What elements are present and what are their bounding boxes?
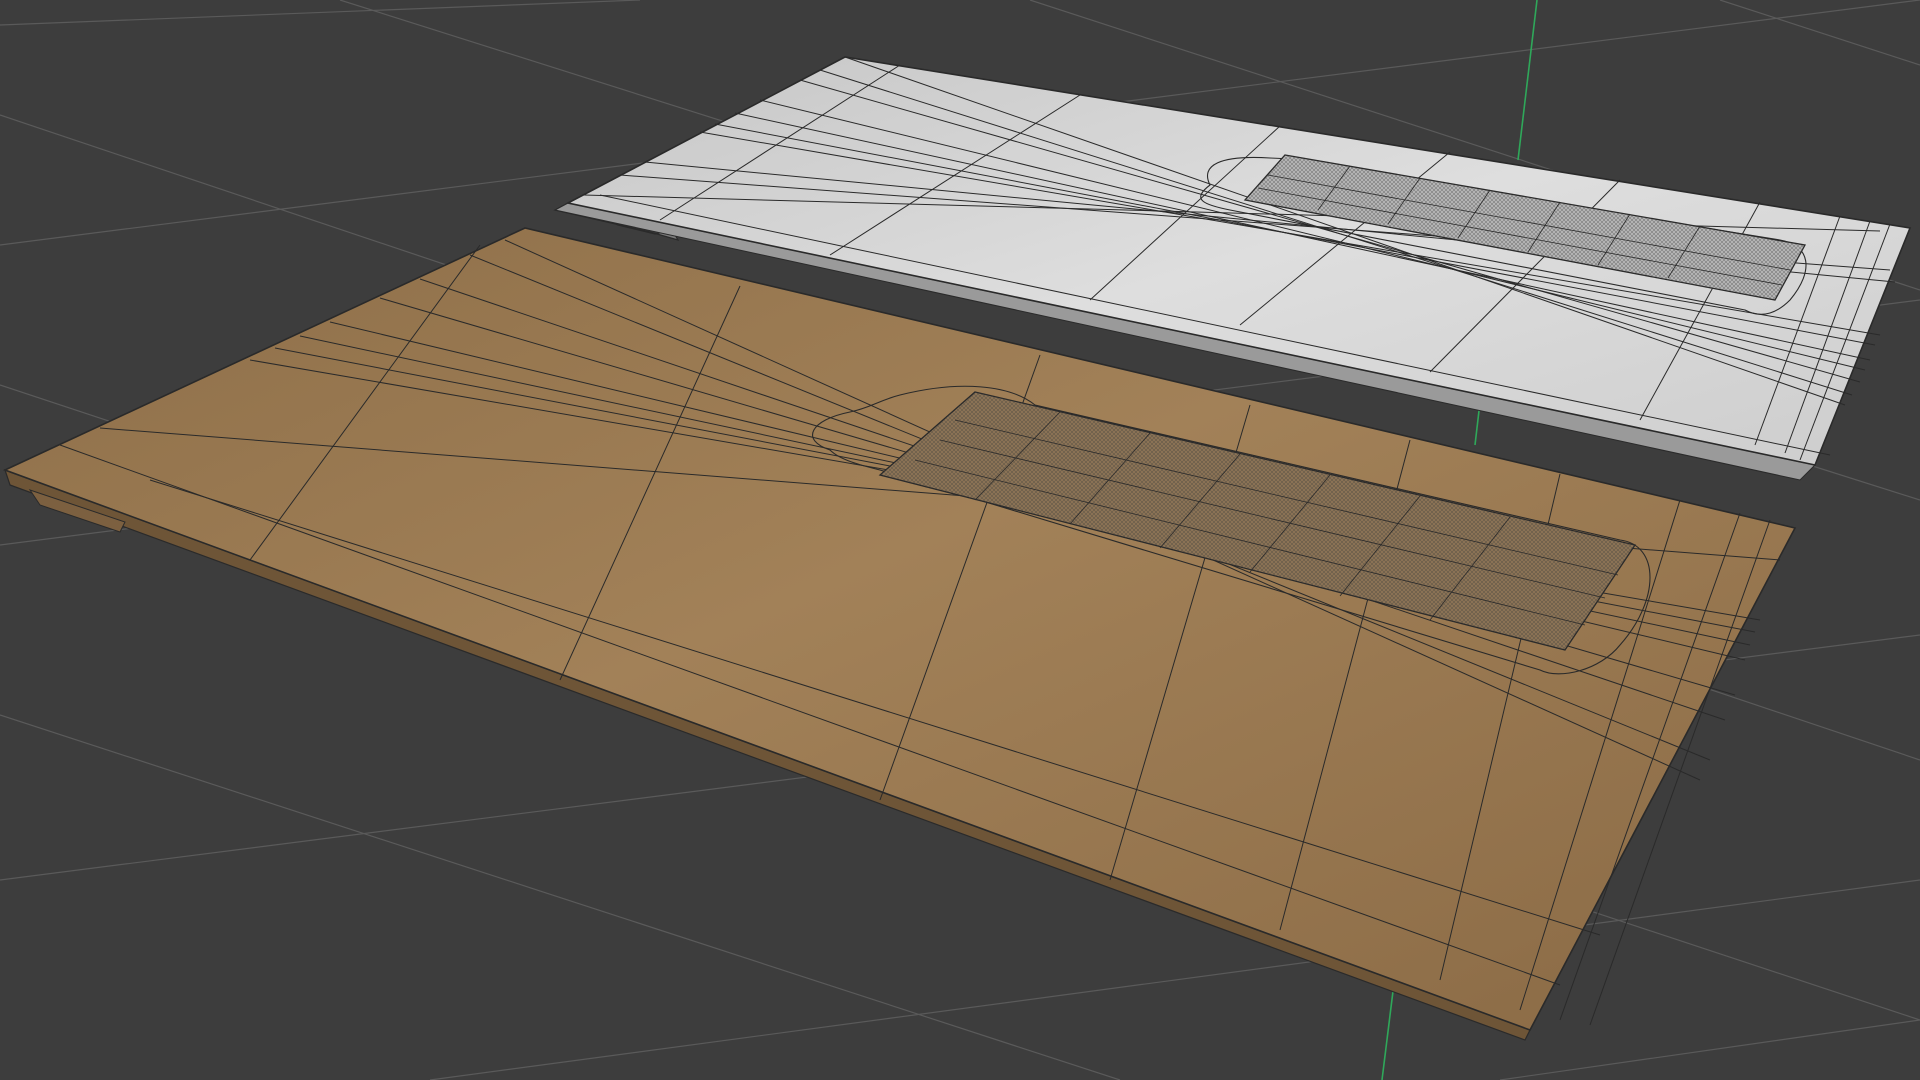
- 3d-viewport[interactable]: [0, 0, 1920, 1080]
- viewport-scene[interactable]: [0, 0, 1920, 1080]
